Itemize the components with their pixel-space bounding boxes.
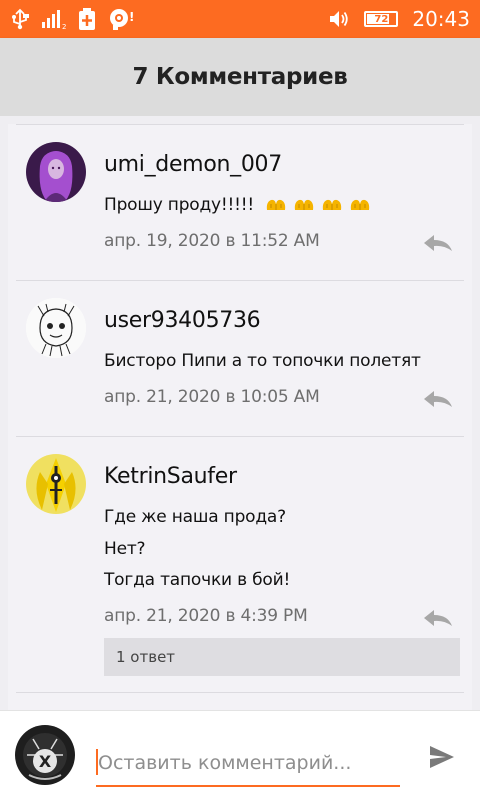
battery-saver-icon xyxy=(78,7,96,31)
comments-list[interactable]: umi_demon_007 Прошу проду!!!!! апр. 19, … xyxy=(0,116,480,710)
view-replies-button[interactable]: 1 ответ xyxy=(104,638,460,676)
comment-text-line: Нет? xyxy=(104,539,146,559)
comment-text-line: Где же наша прода? xyxy=(104,507,286,527)
usb-icon xyxy=(10,8,30,30)
signal-icon: 2 xyxy=(40,8,68,30)
comment-text-line: Тогда тапочки в бой! xyxy=(104,570,291,590)
reply-icon[interactable] xyxy=(422,233,454,253)
comment-item: KetrinSaufer Где же наша прода? Нет? Тог… xyxy=(8,436,472,692)
comment-date: апр. 21, 2020 в 4:39 PM xyxy=(104,606,308,626)
volume-icon xyxy=(328,8,350,30)
comment-text: Бисторо Пипи а то топочки полетят xyxy=(104,351,421,371)
comment-username[interactable]: umi_demon_007 xyxy=(104,152,282,177)
svg-text:2: 2 xyxy=(62,23,66,30)
comment-date: апр. 19, 2020 в 11:52 AM xyxy=(104,231,320,251)
battery-icon: 72 xyxy=(364,11,399,27)
svg-text:!: ! xyxy=(129,10,134,24)
divider xyxy=(16,692,464,693)
comment-composer: X xyxy=(0,710,480,800)
comment-date: апр. 21, 2020 в 10:05 AM xyxy=(104,387,320,407)
status-bar: 2 ! 72 20:43 xyxy=(0,0,480,38)
send-button[interactable] xyxy=(426,741,458,773)
avatar[interactable] xyxy=(26,454,86,514)
avatar[interactable] xyxy=(26,298,86,358)
comment-item: user93405736 Бисторо Пипи а то топочки п… xyxy=(8,280,472,436)
reply-icon[interactable] xyxy=(422,608,454,628)
hotspot-icon: ! xyxy=(106,7,136,31)
pleading-hands-emoji xyxy=(323,199,342,210)
comment-item: umi_demon_007 Прошу проду!!!!! апр. 19, … xyxy=(8,124,472,280)
clock: 20:43 xyxy=(412,7,470,31)
current-user-avatar[interactable]: X xyxy=(15,725,75,785)
send-icon xyxy=(430,746,454,768)
battery-level-text: 72 xyxy=(374,13,389,25)
pleading-hands-emoji xyxy=(351,199,370,210)
page-title: 7 Комментариев xyxy=(132,64,348,90)
reply-icon[interactable] xyxy=(422,389,454,409)
svg-text:X: X xyxy=(39,752,52,771)
pleading-hands-emoji xyxy=(295,199,314,210)
comment-username[interactable]: user93405736 xyxy=(104,308,261,333)
view-replies-label: 1 ответ xyxy=(116,648,176,666)
pleading-hands-emoji xyxy=(267,199,286,210)
text-cursor xyxy=(96,749,98,775)
avatar[interactable] xyxy=(26,142,86,202)
comment-input[interactable] xyxy=(96,741,400,787)
page-header: 7 Комментариев xyxy=(0,38,480,116)
comment-username[interactable]: KetrinSaufer xyxy=(104,464,237,489)
comment-text: Прошу проду!!!!! xyxy=(104,195,371,215)
comment-line: Прошу проду!!!!! xyxy=(104,195,254,215)
